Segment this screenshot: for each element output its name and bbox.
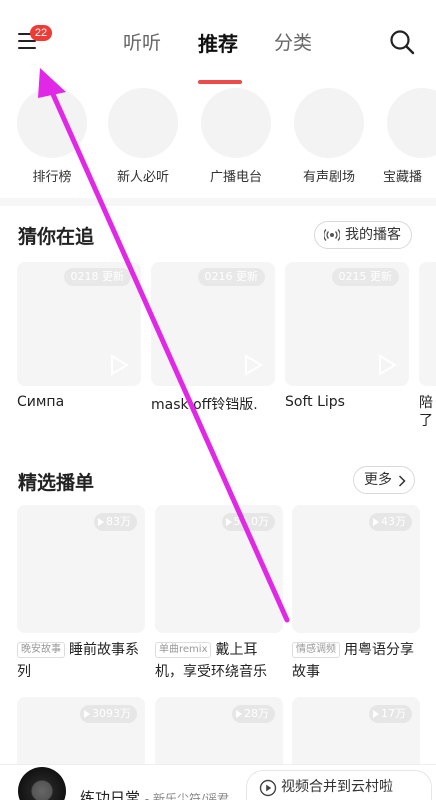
shortcut-row: 排行榜 新人必听 广播电台 有声剧场 宝藏播 (0, 88, 436, 188)
play-count-icon (84, 710, 90, 718)
playlist-tag: 晚安故事 (17, 642, 65, 658)
play-count: 83万 (94, 513, 137, 531)
podcast-title: Soft Lips (285, 394, 345, 410)
play-count-value: 3093万 (92, 707, 131, 720)
playlist-card[interactable]: 83万 晚安故事 睡前故事系列 (17, 505, 145, 683)
play-icon (111, 354, 129, 376)
search-icon (390, 30, 415, 55)
menu-icon-line (18, 40, 36, 42)
podcast-cover (419, 262, 436, 386)
play-count-value: 43万 (381, 515, 406, 528)
play-count-icon (373, 518, 379, 526)
podcast-cover: 0216 更新 (151, 262, 275, 386)
top-bar: 22 听听 推荐 分类 (0, 0, 436, 84)
play-count: 50.0万 (221, 513, 275, 531)
shortcut-newcomer[interactable]: 新人必听 (98, 88, 188, 188)
shortcut-icon (387, 88, 436, 158)
play-count-value: 28万 (244, 707, 269, 720)
play-icon (245, 354, 263, 376)
podcast-cover: 0215 更新 (285, 262, 409, 386)
podcast-card[interactable]: 0216 更新 mask off铃铛版. (151, 262, 277, 414)
play-count-icon (225, 518, 232, 526)
podcast-title: Симпа (17, 394, 65, 410)
shortcut-treasure[interactable]: 宝藏播 (377, 88, 436, 188)
shortcut-radio[interactable]: 广播电台 (191, 88, 281, 188)
playlist-caption: 情感调频 用粤语分享故事 (292, 639, 420, 683)
play-icon (379, 354, 397, 376)
update-badge: 0216 更新 (197, 268, 265, 286)
notification-badge: 22 (30, 25, 52, 41)
podcast-card[interactable]: 0218 更新 Симпа (17, 262, 143, 410)
section-divider (0, 198, 436, 206)
play-count: 28万 (232, 705, 275, 723)
playlist-card[interactable]: 43万 情感调频 用粤语分享故事 (292, 505, 420, 683)
menu-icon-line (18, 47, 36, 49)
podcast-card[interactable]: 陪了 (419, 262, 436, 430)
song-artist: - 新乐尘符/谣君 (144, 792, 229, 800)
playlist-card[interactable]: 50.0万 单曲remix 戴上耳机，享受环绕音乐 (155, 505, 283, 683)
playlist-caption: 单曲remix 戴上耳机，享受环绕音乐 (155, 639, 283, 683)
shortcut-label: 排行榜 (32, 170, 72, 185)
shortcut-label: 广播电台 (209, 170, 262, 185)
tab-recommend[interactable]: 推荐 (198, 28, 238, 57)
update-badge: 0218 更新 (63, 268, 131, 286)
playlists-section-title: 精选播单 (18, 472, 95, 494)
now-playing: 练功日常 - 新乐尘符/谣君 (80, 787, 229, 800)
playlist-cover: 50.0万 (155, 505, 283, 633)
shortcut-label: 宝藏播 (383, 170, 423, 185)
my-podcast-button[interactable]: 我的播客 (314, 221, 412, 249)
podcast-title: mask off铃铛版. (151, 397, 258, 413)
my-podcast-label: 我的播客 (345, 227, 401, 243)
podcast-title: 陪了 (419, 395, 433, 429)
active-tab-indicator (198, 80, 242, 84)
tab-category[interactable]: 分类 (274, 28, 312, 55)
podcast-cover: 0218 更新 (17, 262, 141, 386)
play-count-value: 17万 (381, 707, 406, 720)
shortcut-theater[interactable]: 有声剧场 (284, 88, 374, 188)
shortcut-icon (294, 88, 364, 158)
tab-bar: 听听 推荐 分类 (120, 28, 320, 84)
shortcut-rankings[interactable]: 排行榜 (7, 88, 97, 188)
search-button[interactable] (388, 28, 416, 56)
more-label: 更多 (364, 472, 392, 488)
tab-listen[interactable]: 听听 (123, 28, 161, 55)
play-count-value: 50.0万 (233, 515, 270, 528)
chevron-right-icon (398, 475, 406, 487)
album-disc[interactable] (18, 767, 66, 800)
play-count: 3093万 (80, 705, 137, 723)
play-count: 17万 (369, 705, 412, 723)
video-merge-button[interactable]: 视频合并到云村啦 (246, 770, 432, 800)
podcast-card[interactable]: 0215 更新 Soft Lips (285, 262, 411, 410)
following-section-title: 猜你在追 (18, 226, 95, 248)
playlist-cover: 83万 (17, 505, 145, 633)
play-count: 43万 (369, 513, 412, 531)
update-badge: 0215 更新 (331, 268, 399, 286)
playlist-cover: 43万 (292, 505, 420, 633)
shortcut-label: 新人必听 (116, 170, 169, 185)
shortcut-icon (201, 88, 271, 158)
video-merge-label: 视频合并到云村啦 (281, 779, 393, 795)
playlist-tag: 情感调频 (292, 642, 340, 658)
play-count-icon (236, 710, 242, 718)
broadcast-icon (324, 229, 340, 241)
shortcut-icon (108, 88, 178, 158)
shortcut-label: 有声剧场 (302, 170, 355, 185)
playlist-caption: 晚安故事 睡前故事系列 (17, 639, 145, 683)
play-circle-icon (259, 779, 277, 797)
play-count-icon (373, 710, 379, 718)
play-count-icon (98, 518, 104, 526)
play-count-value: 83万 (106, 515, 131, 528)
song-title: 练功日常 (80, 789, 141, 800)
shortcut-icon (17, 88, 87, 158)
playlist-tag: 单曲remix (155, 642, 212, 658)
more-button[interactable]: 更多 (353, 466, 415, 494)
